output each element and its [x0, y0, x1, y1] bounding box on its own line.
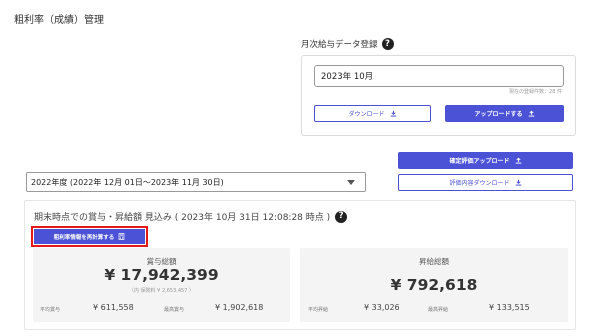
recalc-highlight: 粗利率情報を再計算する	[31, 226, 148, 247]
download-icon	[390, 110, 396, 117]
bonus-insurance-note: （内 保険料 ¥ 2,653,457 ）	[129, 288, 194, 294]
download-icon	[515, 179, 521, 186]
confirmed-upload-label: 確定評価アップロード	[449, 158, 510, 165]
raise-total-title: 昇給総額	[419, 257, 449, 266]
confirmed-evaluation-upload-button[interactable]: 確定評価アップロード	[398, 152, 573, 169]
registered-count: 現在の登録件数：28 件	[509, 89, 562, 95]
bonus-total-card: 賞与総額 ¥ 17,942,399 （内 保険料 ¥ 2,653,457 ） 平…	[33, 248, 290, 322]
summary-title: 期末時点での賞与・昇給額 見込み ( 2023年 10月 31日 12:08:2…	[34, 213, 331, 223]
monthly-upload-panel: 現在の登録件数：28 件 ダウンロード アップロードする	[301, 55, 576, 136]
max-bonus-label: 最高賞与	[164, 307, 185, 313]
upload-icon	[528, 110, 534, 117]
upload-icon	[515, 157, 521, 164]
help-icon[interactable]: ?	[381, 38, 394, 50]
avg-bonus-label: 平均賞与	[40, 307, 61, 313]
evaluation-download-label: 評価内容ダウンロード	[449, 180, 510, 187]
help-icon[interactable]: ?	[335, 210, 348, 223]
monthly-upload-heading: 月次給与データ登録 ?	[301, 38, 394, 50]
calculator-icon	[118, 233, 125, 240]
download-button-label: ダウンロード	[348, 111, 385, 118]
fiscal-year-select[interactable]: 2022年度 (2022年 12月 01日〜2023年 11月 30日)	[26, 172, 366, 192]
summary-heading: 期末時点での賞与・昇給額 見込み ( 2023年 10月 31日 12:08:2…	[34, 210, 348, 223]
raise-total-value: ¥ 792,618	[390, 276, 478, 294]
raise-total-card: 昇給総額 ¥ 792,618 平均昇給 ¥ 33,026 最高昇給 ¥ 133,…	[300, 248, 568, 322]
max-raise-label: 最高昇給	[428, 307, 449, 313]
forecast-summary-panel: 期末時点での賞与・昇給額 見込み ( 2023年 10月 31日 12:08:2…	[24, 200, 576, 330]
recalculate-button[interactable]: 粗利率情報を再計算する	[34, 229, 145, 244]
download-button[interactable]: ダウンロード	[314, 105, 431, 122]
page-title: 粗利率（成績）管理	[14, 15, 104, 26]
chevron-down-icon	[347, 180, 355, 185]
avg-raise-label: 平均昇給	[308, 307, 329, 313]
bonus-total-value: ¥ 17,942,399	[104, 266, 219, 284]
fiscal-year-value: 2022年度 (2022年 12月 01日〜2023年 11月 30日)	[31, 177, 224, 187]
max-raise-value: ¥ 133,515	[489, 303, 530, 312]
upload-button-label: アップロードする	[474, 111, 523, 118]
recalculate-label: 粗利率情報を再計算する	[53, 234, 115, 241]
monthly-upload-label: 月次給与データ登録	[301, 40, 378, 50]
max-bonus-value: ¥ 1,902,618	[215, 303, 264, 312]
evaluation-download-button[interactable]: 評価内容ダウンロード	[398, 174, 573, 191]
upload-button[interactable]: アップロードする	[445, 105, 564, 122]
avg-bonus-value: ¥ 611,558	[93, 303, 134, 312]
avg-raise-value: ¥ 33,026	[364, 303, 400, 312]
month-input[interactable]	[314, 65, 564, 87]
